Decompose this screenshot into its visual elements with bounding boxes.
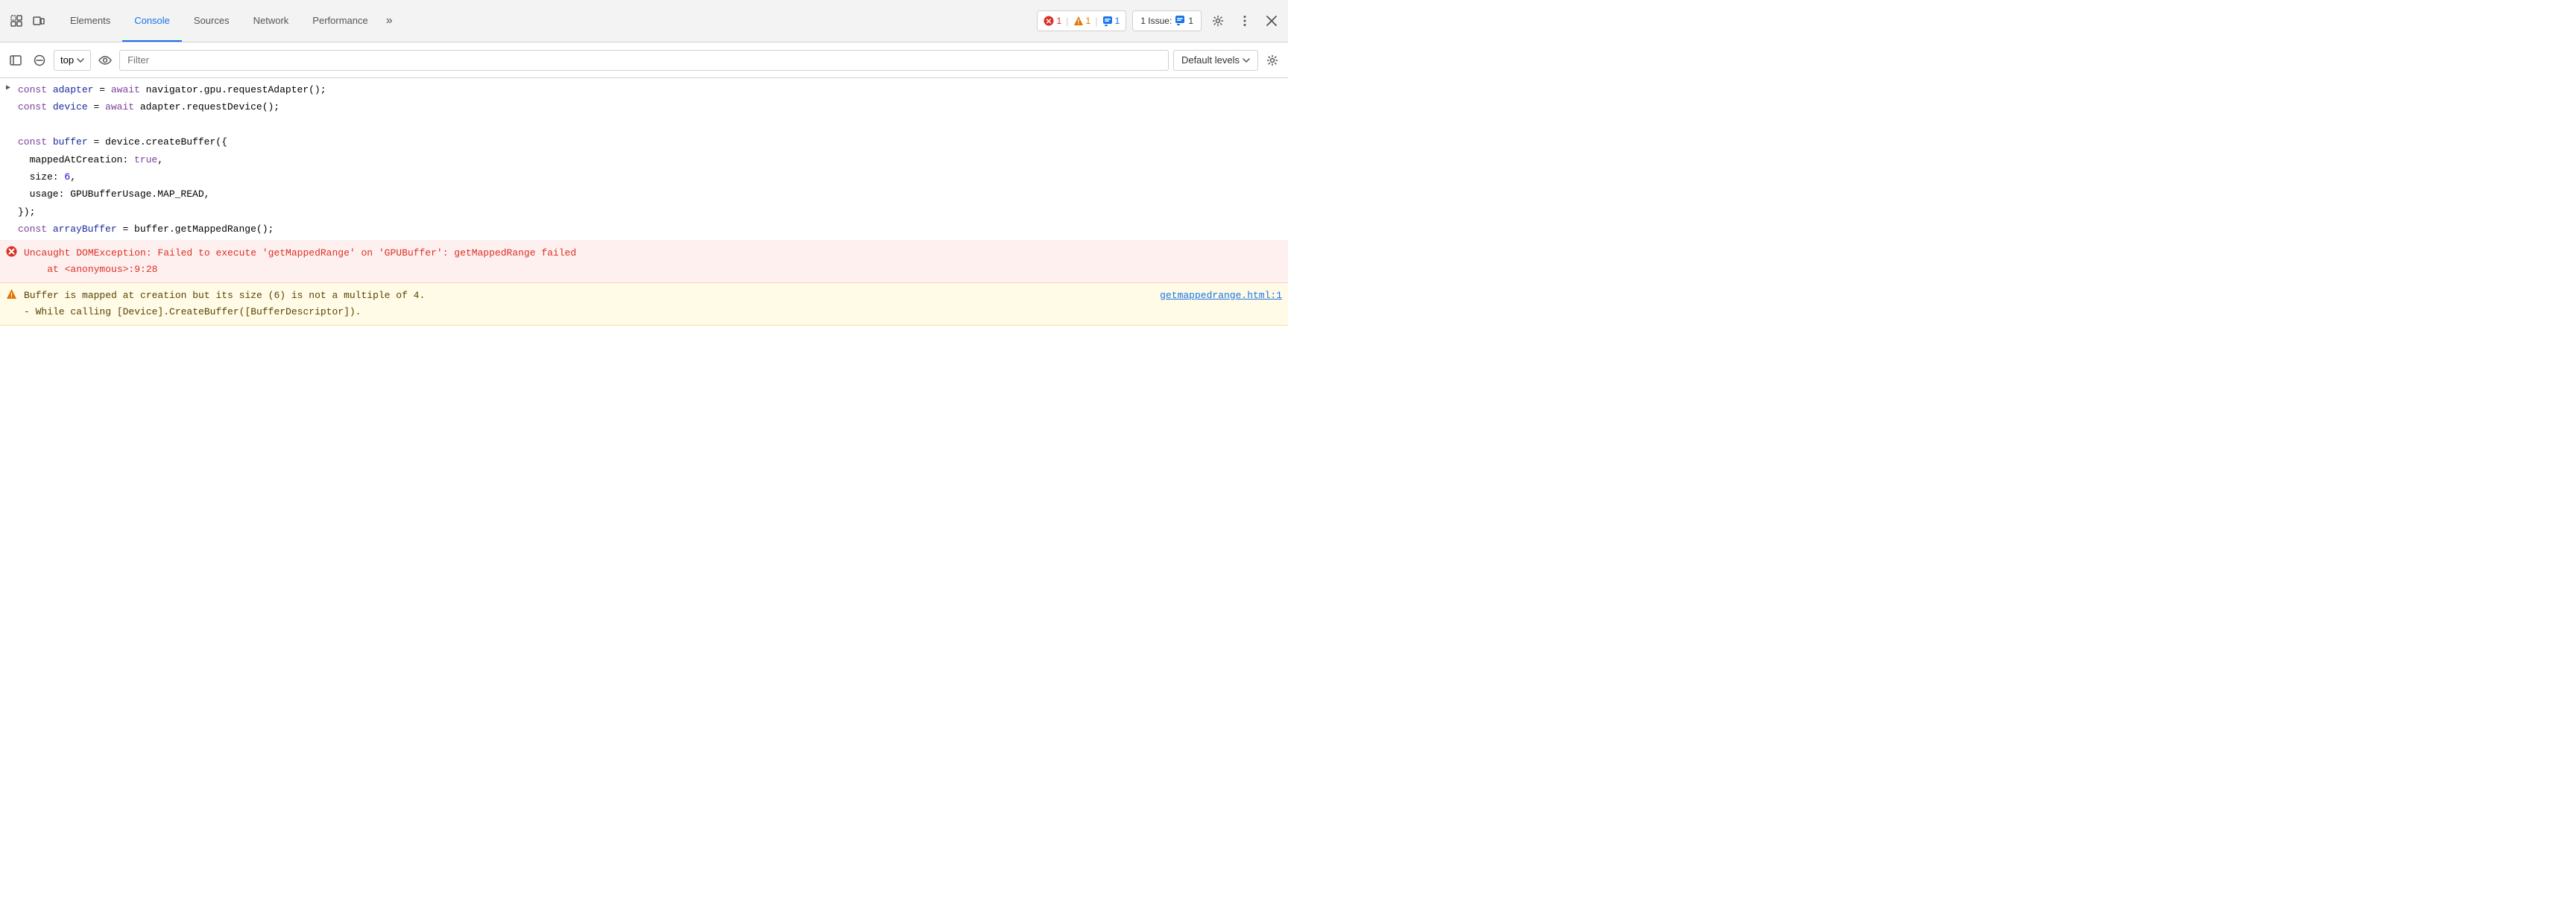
- code-line-8: const arrayBuffer = buffer.getMappedRang…: [18, 221, 1282, 238]
- expand-arrow[interactable]: ▶: [6, 83, 10, 95]
- issues-button[interactable]: 1 Issue: 1: [1132, 10, 1202, 31]
- svg-text:✕: ✕: [1046, 18, 1052, 26]
- error-circle-icon: ✕: [1044, 16, 1054, 26]
- code-line-5: size: 6,: [18, 168, 1282, 186]
- code-line-6: usage: GPUBufferUsage.MAP_READ,: [18, 186, 1282, 203]
- info-chat-icon: [1102, 16, 1113, 26]
- warning-link[interactable]: getmappedrange.html:1: [1160, 288, 1282, 304]
- issues-icon: [1175, 15, 1185, 25]
- error-line-2: at <anonymous>:9:28: [24, 262, 1282, 278]
- tab-bar: Elements Console Sources Network Perform…: [58, 0, 399, 42]
- code-line-3: const buffer = device.createBuffer({: [18, 133, 1282, 150]
- tab-sources[interactable]: Sources: [182, 0, 242, 42]
- console-toolbar: top Default levels: [0, 42, 1288, 78]
- inspect-element-icon[interactable]: [6, 10, 27, 31]
- warning-badge: ! 1: [1073, 16, 1091, 26]
- code-line-2: const device = await adapter.requestDevi…: [18, 98, 1282, 115]
- warning-triangle-icon: !: [1073, 16, 1084, 26]
- tab-performance[interactable]: Performance: [300, 0, 379, 42]
- warning-entry: ! Buffer is mapped at creation but its s…: [0, 283, 1288, 326]
- error-warning-badges[interactable]: ✕ 1 | ! 1 | 1: [1037, 10, 1126, 31]
- devtools-toolbar: Elements Console Sources Network Perform…: [0, 0, 1288, 42]
- devtools-icons: [6, 10, 49, 31]
- code-line-blank: [18, 116, 1282, 133]
- error-entry: Uncaught DOMException: Failed to execute…: [0, 241, 1288, 283]
- error-icon: [6, 246, 17, 263]
- warning-icon: !: [6, 288, 17, 305]
- svg-text:!: !: [10, 292, 13, 300]
- tab-console[interactable]: Console: [122, 0, 182, 42]
- tab-elements[interactable]: Elements: [58, 0, 122, 42]
- error-badge: ✕ 1: [1044, 16, 1061, 26]
- chevron-down-icon: [77, 58, 84, 63]
- more-tabs-button[interactable]: »: [380, 0, 399, 42]
- sidebar-toggle-icon[interactable]: [6, 51, 25, 70]
- warning-line-1: Buffer is mapped at creation but its siz…: [24, 288, 1282, 304]
- code-block: const adapter = await navigator.gpu.requ…: [18, 81, 1282, 238]
- info-badge: 1: [1102, 16, 1120, 26]
- warning-line-2: - While calling [Device].CreateBuffer([B…: [24, 304, 1282, 320]
- filter-input[interactable]: [119, 50, 1169, 71]
- eye-icon[interactable]: [95, 51, 115, 70]
- log-levels-selector[interactable]: Default levels: [1173, 50, 1258, 71]
- clear-console-icon[interactable]: [30, 51, 49, 70]
- toolbar-right: ✕ 1 | ! 1 | 1: [1037, 10, 1282, 31]
- console-output: ▶ const adapter = await navigator.gpu.re…: [0, 78, 1288, 450]
- device-toolbar-icon[interactable]: [28, 10, 49, 31]
- context-selector[interactable]: top: [54, 50, 91, 71]
- levels-chevron-icon: [1243, 58, 1250, 63]
- close-icon[interactable]: [1261, 10, 1282, 31]
- issues-chat-icon: [1175, 15, 1185, 28]
- console-code-entry: ▶ const adapter = await navigator.gpu.re…: [0, 78, 1288, 241]
- console-settings-icon[interactable]: [1263, 51, 1282, 70]
- svg-text:!: !: [1077, 19, 1079, 26]
- error-line-1: Uncaught DOMException: Failed to execute…: [24, 245, 1282, 262]
- settings-icon[interactable]: [1208, 10, 1228, 31]
- code-line-7: });: [18, 203, 1282, 221]
- warning-text: Buffer is mapped at creation but its siz…: [24, 288, 1282, 320]
- error-text: Uncaught DOMException: Failed to execute…: [24, 245, 1282, 278]
- tab-network[interactable]: Network: [242, 0, 301, 42]
- code-line-1: const adapter = await navigator.gpu.requ…: [18, 81, 1282, 98]
- more-options-icon[interactable]: [1234, 10, 1255, 31]
- code-line-4: mappedAtCreation: true,: [18, 151, 1282, 168]
